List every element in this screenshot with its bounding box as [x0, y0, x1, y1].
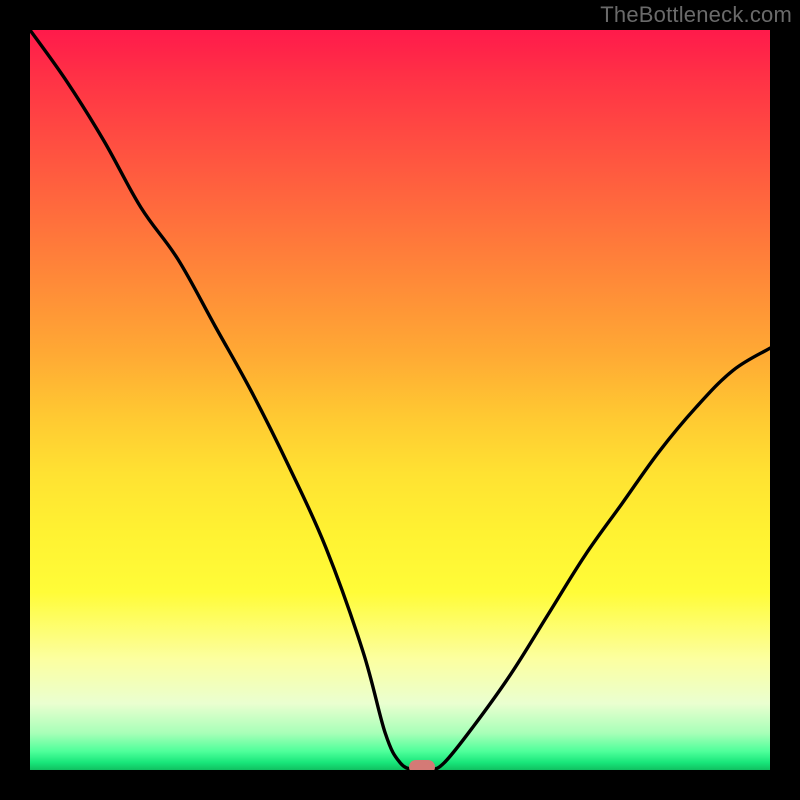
watermark-text: TheBottleneck.com [600, 2, 792, 28]
plot-area [30, 30, 770, 770]
bottleneck-curve [30, 30, 770, 770]
optimal-point-marker [409, 760, 435, 770]
chart-container: TheBottleneck.com [0, 0, 800, 800]
